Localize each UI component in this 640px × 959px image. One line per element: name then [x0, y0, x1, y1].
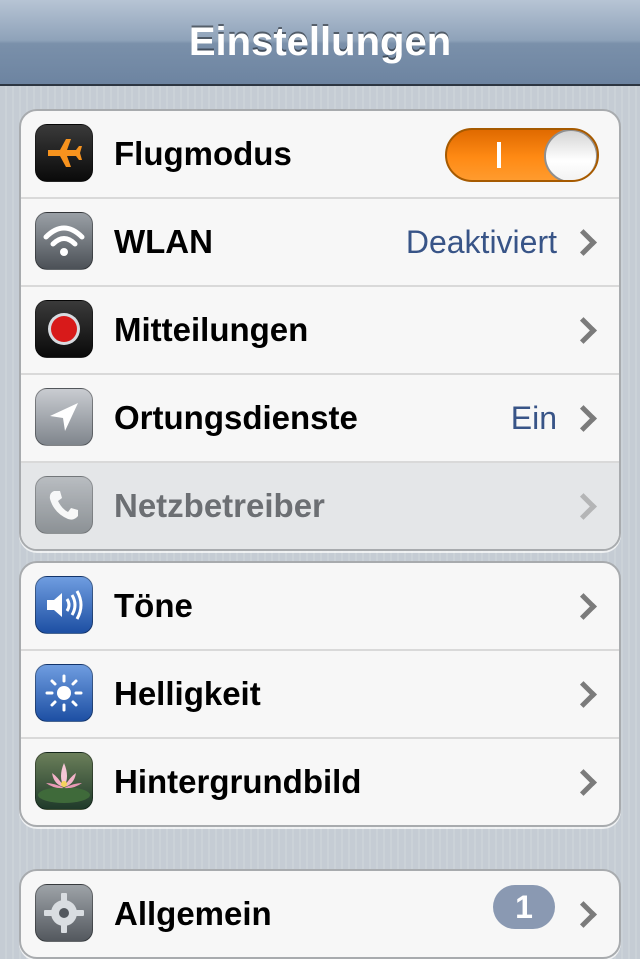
row-label: Mitteilungen — [114, 311, 309, 348]
row-mitteilungen[interactable]: Mitteilungen — [21, 285, 619, 373]
chevron-right-icon — [570, 768, 597, 796]
row-label: WLAN — [114, 223, 213, 260]
row-label: Allgemein — [114, 895, 272, 932]
airplane-icon — [35, 124, 93, 182]
chevron-right-icon — [570, 404, 597, 432]
chevron-right-icon — [570, 592, 597, 620]
row-hintergrundbild[interactable]: Hintergrundbild — [21, 737, 619, 825]
settings-group-display: Töne Helligkeit Hintergrundbild — [19, 561, 621, 827]
speaker-icon — [35, 576, 93, 634]
row-label: Hintergrundbild — [114, 763, 362, 800]
wlan-status-value: Deaktiviert — [405, 223, 557, 260]
wifi-icon — [35, 212, 93, 270]
toggle-on-indicator — [497, 142, 501, 168]
settings-group-connectivity: Flugmodus WLAN Deaktiviert Mitteilungen — [19, 109, 621, 551]
notifications-icon — [35, 300, 93, 358]
row-flugmodus[interactable]: Flugmodus — [21, 111, 619, 197]
chevron-right-icon — [570, 228, 597, 256]
row-netzbetreiber: Netzbetreiber — [21, 461, 619, 549]
gear-icon — [35, 884, 93, 942]
toggle-knob[interactable] — [544, 130, 597, 180]
chevron-right-icon — [570, 680, 597, 708]
row-helligkeit[interactable]: Helligkeit — [21, 649, 619, 737]
location-arrow-icon — [35, 388, 93, 446]
row-allgemein[interactable]: Allgemein 1 — [21, 871, 619, 957]
phone-icon — [35, 476, 93, 534]
row-ortungsdienste[interactable]: Ortungsdienste Ein — [21, 373, 619, 461]
chevron-right-icon — [570, 492, 597, 520]
navigation-bar: Einstellungen — [0, 0, 640, 86]
row-label: Flugmodus — [114, 135, 292, 172]
row-label: Ortungsdienste — [114, 399, 358, 436]
brightness-icon — [35, 664, 93, 722]
row-label: Töne — [114, 587, 193, 624]
flugmodus-toggle[interactable] — [445, 128, 599, 182]
row-label: Netzbetreiber — [114, 487, 325, 524]
row-wlan[interactable]: WLAN Deaktiviert — [21, 197, 619, 285]
page-title: Einstellungen — [188, 19, 452, 64]
settings-group-general: Allgemein 1 — [19, 869, 621, 959]
update-count-badge: 1 — [493, 885, 555, 929]
ortungsdienste-status-value: Ein — [510, 399, 557, 436]
chevron-right-icon — [570, 900, 597, 928]
row-label: Helligkeit — [114, 675, 261, 712]
chevron-right-icon — [570, 316, 597, 344]
wallpaper-icon — [35, 752, 93, 810]
row-toene[interactable]: Töne — [21, 563, 619, 649]
